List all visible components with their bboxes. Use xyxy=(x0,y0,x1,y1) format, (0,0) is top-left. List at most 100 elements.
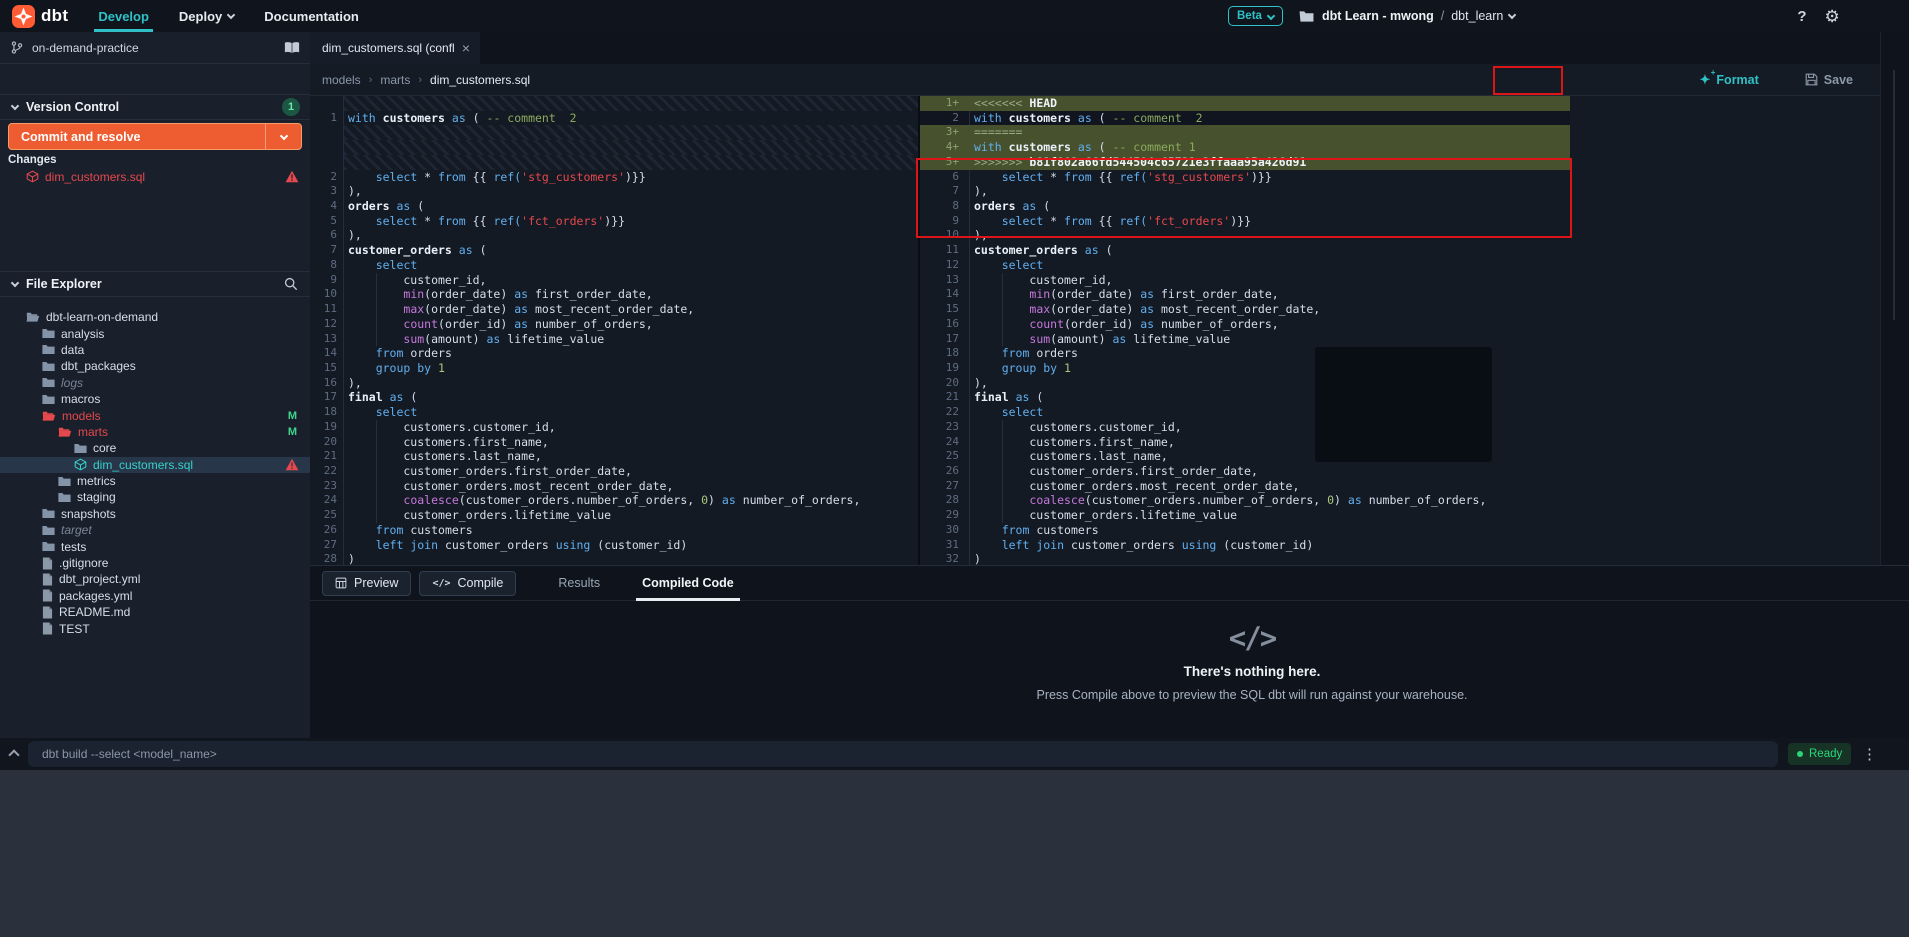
tab-compiled-code[interactable]: Compiled Code xyxy=(642,566,734,601)
tree-item-models[interactable]: modelsM xyxy=(0,407,310,423)
results-panel: Preview </> Compile Results Compiled Cod… xyxy=(310,565,1909,738)
conflict-line: 4+with customers as ( -- comment 1 xyxy=(920,140,1570,155)
code-line: 32) xyxy=(920,552,1570,565)
conflict-warning-icon xyxy=(285,170,299,183)
tree-item-macros[interactable]: macros xyxy=(0,391,310,407)
tree-item-dim-customers-sql[interactable]: dim_customers.sql xyxy=(0,457,310,473)
chevron-down-icon[interactable] xyxy=(1508,10,1516,18)
line-number: 7 xyxy=(920,184,970,199)
nav-item-deploy[interactable]: Deploy xyxy=(179,0,234,32)
source-editor-pane[interactable]: 1with customers as ( -- comment 22 selec… xyxy=(310,96,918,565)
chevron-up-icon[interactable] xyxy=(8,749,19,760)
command-input[interactable]: dbt build --select <model_name> xyxy=(28,741,1778,767)
line-number: 1 xyxy=(310,111,344,126)
git-branch-selector[interactable]: on-demand-practice xyxy=(0,32,310,64)
code-line: 28) xyxy=(310,552,918,565)
logo-text: dbt xyxy=(41,6,68,26)
compile-button[interactable]: </> Compile xyxy=(419,571,516,596)
line-number: 9 xyxy=(920,214,970,229)
tree-item-staging[interactable]: staging xyxy=(0,489,310,505)
line-number: 31 xyxy=(920,538,970,553)
search-icon[interactable] xyxy=(284,277,298,291)
code-line: 10), xyxy=(920,228,1570,243)
folder-icon xyxy=(58,492,71,503)
tree-item-snapshots[interactable]: snapshots xyxy=(0,506,310,522)
branch-name: on-demand-practice xyxy=(32,41,284,55)
tree-item-core[interactable]: core xyxy=(0,440,310,456)
tree-item-label: dbt_packages xyxy=(61,359,310,373)
tree-item-label: data xyxy=(61,343,310,357)
code-line: 13 sum(amount) as lifetime_value xyxy=(310,332,918,347)
commit-dropdown-toggle[interactable] xyxy=(265,124,301,149)
conflict-alignment-hatch xyxy=(310,140,918,155)
tree-item-dbt-learn-on-demand[interactable]: dbt-learn-on-demand xyxy=(0,309,310,325)
tree-item-label: dim_customers.sql xyxy=(93,458,285,472)
tree-item-tests[interactable]: tests xyxy=(0,538,310,554)
preview-button[interactable]: Preview xyxy=(322,571,411,596)
tree-item--gitignore[interactable]: .gitignore xyxy=(0,555,310,571)
tab-dim-customers[interactable]: dim_customers.sql (confli... × xyxy=(310,32,480,64)
tree-item-label: analysis xyxy=(61,327,310,341)
empty-state-subtitle: Press Compile above to preview the SQL d… xyxy=(642,688,1862,702)
beta-dropdown[interactable]: Beta xyxy=(1228,6,1283,26)
folder-icon xyxy=(42,525,55,536)
tree-item-logs[interactable]: logs xyxy=(0,375,310,391)
code-line: 15 max(order_date) as most_recent_order_… xyxy=(920,302,1570,317)
conflict-preview-pane[interactable]: 1+<<<<<<< HEAD2with customers as ( -- co… xyxy=(920,96,1570,565)
changed-file-row[interactable]: dim_customers.sql xyxy=(0,168,310,185)
path-separator: / xyxy=(1441,9,1444,23)
file-explorer-title: File Explorer xyxy=(26,277,284,291)
line-number: 12 xyxy=(310,317,344,332)
code-line: 17final as ( xyxy=(310,390,918,405)
grid-icon xyxy=(335,577,347,589)
command-text: dbt build --select <model_name> xyxy=(42,747,217,761)
tree-item-readme-md[interactable]: README.md xyxy=(0,604,310,620)
tree-item-data[interactable]: data xyxy=(0,342,310,358)
tree-item-label: README.md xyxy=(59,605,310,619)
scrollbar-track[interactable] xyxy=(1893,70,1895,320)
version-control-header[interactable]: Version Control 1 xyxy=(0,94,310,120)
folder-icon xyxy=(42,344,55,355)
code-line: 12 count(order_id) as number_of_orders, xyxy=(310,317,918,332)
help-icon[interactable]: ? xyxy=(1797,8,1806,25)
line-number: 18 xyxy=(310,405,344,420)
tab-results[interactable]: Results xyxy=(558,566,600,601)
tree-item-marts[interactable]: martsM xyxy=(0,424,310,440)
tree-item-metrics[interactable]: metrics xyxy=(0,473,310,489)
nav-item-develop[interactable]: Develop xyxy=(98,0,149,32)
save-button[interactable]: Save xyxy=(1805,73,1853,87)
tree-item-dbt-project-yml[interactable]: dbt_project.yml xyxy=(0,571,310,587)
tree-item-label: logs xyxy=(61,376,310,390)
tree-item-target[interactable]: target xyxy=(0,522,310,538)
file-explorer-header[interactable]: File Explorer xyxy=(0,271,310,297)
kebab-menu-icon[interactable]: ⋮ xyxy=(1862,745,1877,763)
format-button[interactable]: ✦+ Format xyxy=(1700,72,1759,88)
folder-icon xyxy=(42,361,55,372)
dbt-logo[interactable]: dbt xyxy=(12,5,68,28)
line-number: 26 xyxy=(310,523,344,538)
breadcrumb-models[interactable]: models xyxy=(322,73,361,87)
editor-toolbar: models › marts › dim_customers.sql ✦+ Fo… xyxy=(310,64,1909,96)
book-icon[interactable] xyxy=(284,41,300,54)
code-line: 11 max(order_date) as most_recent_order_… xyxy=(310,302,918,317)
chevron-down-icon xyxy=(11,279,19,287)
top-navbar: dbt Develop Deploy Documentation Beta db… xyxy=(0,0,1909,32)
tree-item-analysis[interactable]: analysis xyxy=(0,325,310,341)
chevron-down-icon xyxy=(11,102,19,110)
gear-icon[interactable]: ⚙ xyxy=(1825,8,1840,25)
close-icon[interactable]: × xyxy=(462,40,470,56)
breadcrumb: models › marts › dim_customers.sql xyxy=(322,73,1700,87)
file-icon xyxy=(42,573,53,586)
breadcrumb-marts[interactable]: marts xyxy=(380,73,410,87)
tree-item-packages-yml[interactable]: packages.yml xyxy=(0,588,310,604)
code-line: 26 customer_orders.first_order_date, xyxy=(920,464,1570,479)
commit-and-resolve-button[interactable]: Commit and resolve xyxy=(8,123,302,150)
tree-item-label: packages.yml xyxy=(59,589,310,603)
account-name[interactable]: dbt Learn - mwong xyxy=(1322,9,1434,23)
code-line: 9 customer_id, xyxy=(310,273,918,288)
tree-item-label: staging xyxy=(77,490,310,504)
tree-item-dbt-packages[interactable]: dbt_packages xyxy=(0,358,310,374)
nav-item-documentation[interactable]: Documentation xyxy=(264,0,359,32)
project-name[interactable]: dbt_learn xyxy=(1451,9,1503,23)
tree-item-test[interactable]: TEST xyxy=(0,620,310,636)
